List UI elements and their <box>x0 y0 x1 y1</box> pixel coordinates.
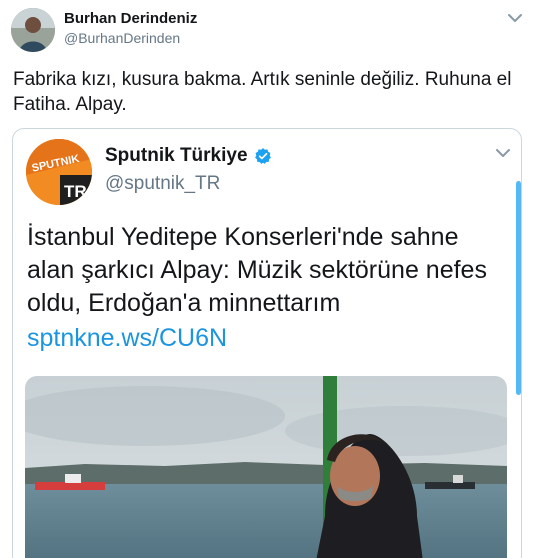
author-handle[interactable]: @BurhanDerinden <box>64 30 180 46</box>
sputnik-logo-tr: TR <box>64 182 87 201</box>
quoted-tweet-link[interactable]: sptnkne.ws/CU6N <box>27 324 227 353</box>
chevron-down-icon[interactable] <box>507 12 523 24</box>
quoted-author-name[interactable]: Sputnik Türkiye <box>105 145 248 167</box>
chevron-down-icon[interactable] <box>495 147 511 159</box>
author-avatar[interactable] <box>11 8 55 52</box>
author-name[interactable]: Burhan Derindeniz <box>64 10 197 27</box>
quoted-author-handle[interactable]: @sputnik_TR <box>105 173 220 195</box>
sputnik-avatar[interactable]: SPUTNIK TR <box>26 139 92 205</box>
quoted-tweet-card[interactable]: SPUTNIK TR Sputnik Türkiye @sputnik_TR İ… <box>12 128 522 558</box>
quoted-media-image[interactable] <box>25 376 507 558</box>
quoted-name-row: Sputnik Türkiye <box>105 143 272 169</box>
tweet-text: Fabrika kızı, kusura bakma. Artık seninl… <box>13 69 512 115</box>
quoted-tweet-text: İstanbul Yeditepe Konserleri'nde sahne a… <box>27 223 487 317</box>
tweet: Burhan Derindeniz @BurhanDerinden Fabrik… <box>0 0 534 558</box>
verified-badge-icon <box>254 148 271 164</box>
scrollbar[interactable] <box>516 181 521 395</box>
